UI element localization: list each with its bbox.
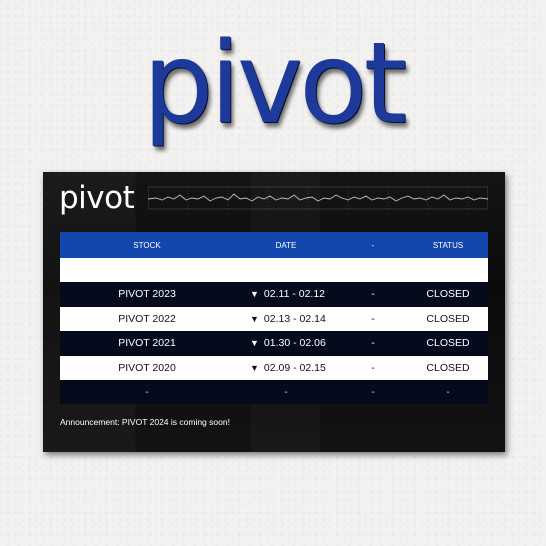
stock-cell: PIVOT 2021: [118, 337, 176, 350]
header-stock: STOCK: [133, 240, 161, 250]
date-value: 02.09 - 02.15: [263, 362, 326, 375]
triangle-down-icon: ▼: [250, 289, 259, 300]
stock-cell: PIVOT 2023: [118, 288, 176, 301]
table-row[interactable]: PIVOT 2021 ▼ 01.30 - 02.06 - CLOSED: [60, 331, 488, 356]
pivot-logo: pivot: [142, 19, 408, 149]
triangle-down-icon: ▼: [250, 313, 259, 324]
date-value: 02.13 - 02.14: [263, 312, 326, 325]
announcement-text: Announcement: PIVOT 2024 is coming soon!: [60, 417, 230, 427]
table-header: STOCK DATE - STATUS: [60, 232, 488, 258]
header-extra: -: [371, 240, 375, 250]
empty-cell: -: [145, 386, 149, 398]
extra-cell: -: [371, 288, 375, 301]
date-cell: ▼ 01.30 - 02.06: [234, 337, 338, 349]
date-cell: ▼ 02.11 - 02.12: [234, 288, 338, 300]
triangle-down-icon: ▼: [250, 338, 259, 349]
date-value: 01.30 - 02.06: [263, 337, 326, 350]
status-cell: CLOSED: [426, 312, 470, 325]
stock-table: STOCK DATE - STATUS PIVOT 2023 ▼ 02.11 - …: [60, 232, 488, 405]
empty-cell: -: [284, 386, 288, 398]
header-date: DATE: [275, 240, 297, 250]
extra-cell: -: [371, 312, 375, 325]
empty-cell: -: [371, 386, 375, 398]
status-cell: CLOSED: [426, 362, 470, 375]
date-cell: ▼ 02.09 - 02.15: [234, 362, 338, 374]
empty-cell: -: [446, 386, 450, 398]
ticker-chart: [148, 186, 488, 210]
table-row[interactable]: PIVOT 2023 ▼ 02.11 - 02.12 - CLOSED: [60, 282, 488, 307]
blank-row: [60, 258, 488, 282]
stock-cell: PIVOT 2020: [118, 362, 176, 375]
stock-panel: pivot STOCK DATE - STATUS PIVOT 2023 ▼ 0…: [43, 172, 505, 452]
panel-logo: pivot: [59, 180, 135, 216]
status-cell: CLOSED: [426, 337, 470, 350]
triangle-down-icon: ▼: [250, 363, 259, 374]
extra-cell: -: [371, 337, 375, 350]
stock-cell: PIVOT 2022: [118, 312, 176, 325]
table-row[interactable]: PIVOT 2020 ▼ 02.09 - 02.15 - CLOSED: [60, 355, 488, 381]
date-value: 02.11 - 02.12: [263, 288, 326, 301]
extra-cell: -: [371, 362, 375, 375]
table-row[interactable]: PIVOT 2022 ▼ 02.13 - 02.14 - CLOSED: [60, 306, 488, 332]
status-cell: CLOSED: [426, 288, 470, 301]
date-cell: ▼ 02.13 - 02.14: [234, 313, 338, 325]
header-status: STATUS: [432, 240, 464, 250]
empty-row: - - - -: [60, 380, 488, 405]
